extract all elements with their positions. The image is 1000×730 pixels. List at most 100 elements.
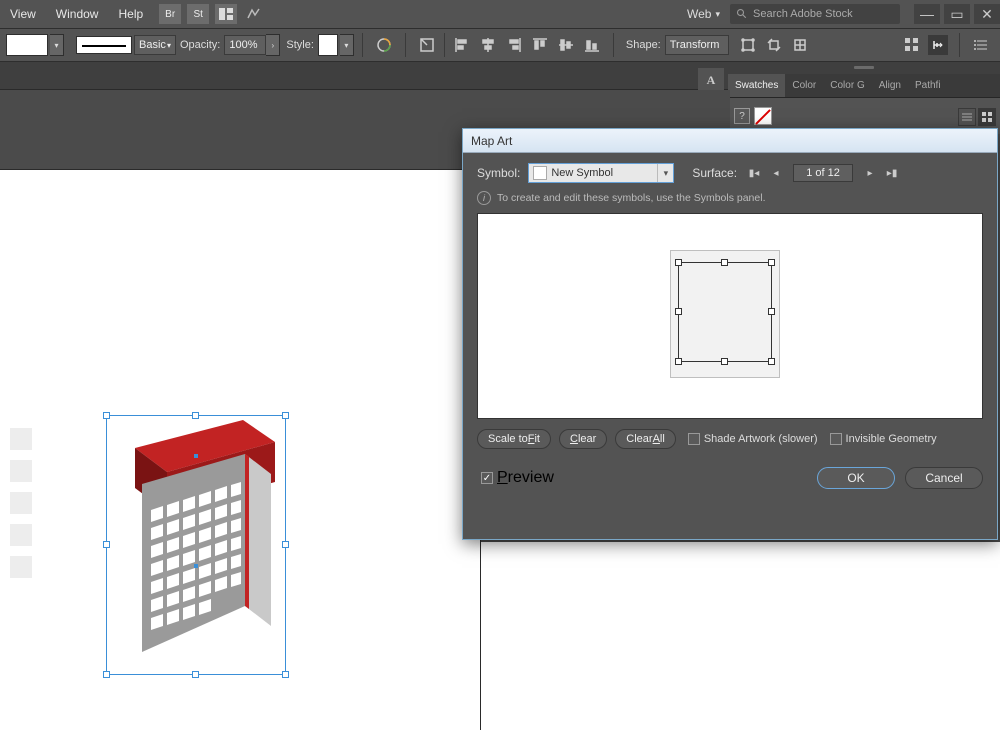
decorative-grid: [0, 428, 32, 578]
stroke-style-value: Basic: [139, 39, 166, 51]
symbol-swatch-icon: [533, 166, 547, 180]
selection-center-point[interactable]: [194, 564, 198, 568]
surface-position-field[interactable]: 1 of 12: [793, 164, 853, 182]
tab-color[interactable]: Color: [785, 74, 823, 97]
invisible-geometry-checkbox[interactable]: Invisible Geometry: [830, 433, 937, 445]
opacity-label: Opacity:: [180, 39, 220, 51]
arrange-icon: [219, 8, 233, 20]
map-art-dialog: Map Art Symbol: New Symbol ▾ Surface: ▮◂…: [462, 128, 998, 540]
swatch-list-view-icon[interactable]: [958, 108, 976, 126]
clear-all-button[interactable]: Clear All: [615, 429, 676, 449]
selection-handle-ml[interactable]: [103, 541, 110, 548]
opacity-field[interactable]: 100%: [224, 35, 266, 55]
panel-grid-icon[interactable]: [902, 35, 922, 55]
cancel-button[interactable]: Cancel: [905, 467, 983, 489]
style-label: Style:: [286, 39, 314, 51]
selection-handle-mr[interactable]: [282, 541, 289, 548]
graphic-style-swatch[interactable]: ▾: [318, 34, 354, 56]
symbol-label: Symbol:: [477, 166, 520, 180]
stock-button[interactable]: St: [187, 4, 209, 24]
map-art-preview[interactable]: [477, 213, 983, 419]
preview-handle-mr[interactable]: [768, 308, 775, 315]
dialog-info-row: i To create and edit these symbols, use …: [463, 189, 997, 213]
selection-handle-br[interactable]: [282, 671, 289, 678]
clear-button[interactable]: Clear: [559, 429, 607, 449]
isolate-icon[interactable]: [737, 34, 759, 56]
preview-handle-br[interactable]: [768, 358, 775, 365]
stroke-style-dropdown[interactable]: Basic ▾: [134, 35, 176, 55]
swatch-none[interactable]: [754, 107, 772, 125]
selection-handle-tr[interactable]: [282, 412, 289, 419]
ok-button[interactable]: OK: [817, 467, 895, 489]
search-icon: [736, 8, 748, 20]
search-stock-field[interactable]: Search Adobe Stock: [730, 4, 900, 24]
crop-icon[interactable]: [763, 34, 785, 56]
align-to-button[interactable]: [416, 34, 438, 56]
transform-dropdown[interactable]: Transform: [665, 35, 729, 55]
panel-drag-handle[interactable]: [728, 66, 1000, 74]
arrange-docs-button[interactable]: [215, 4, 237, 24]
selection-handle-tl[interactable]: [103, 412, 110, 419]
gpu-button[interactable]: [243, 4, 265, 24]
fill-swatch[interactable]: ▾: [6, 34, 64, 56]
preview-handle-bc[interactable]: [721, 358, 728, 365]
shade-artwork-checkbox[interactable]: Shade Artwork (slower): [688, 433, 818, 445]
selection-bounding-box[interactable]: [106, 415, 286, 675]
align-left-icon[interactable]: [451, 34, 473, 56]
preview-checkbox[interactable]: Preview: [481, 469, 554, 487]
symbol-dropdown[interactable]: New Symbol ▾: [528, 163, 674, 183]
selection-handle-bl[interactable]: [103, 671, 110, 678]
menu-view[interactable]: View: [0, 7, 46, 21]
panel-toggle-icon[interactable]: [928, 35, 948, 55]
workspace-label: Web: [687, 7, 711, 21]
close-button[interactable]: ✕: [974, 4, 1000, 24]
window-controls: ― ▭ ✕: [910, 4, 1000, 24]
swatch-thumb-view-icon[interactable]: [978, 108, 996, 126]
dialog-footer: Preview OK Cancel: [463, 459, 997, 501]
align-bottom-icon[interactable]: [581, 34, 603, 56]
edit-contents-icon[interactable]: [789, 34, 811, 56]
right-panel-group: Swatches Color Color G Align Pathfi ?: [728, 66, 1000, 134]
panel-menu-icon[interactable]: [971, 35, 991, 55]
last-surface-button[interactable]: ▸▮: [883, 164, 901, 182]
preview-handle-tc[interactable]: [721, 259, 728, 266]
preview-handle-bl[interactable]: [675, 358, 682, 365]
bridge-button[interactable]: Br: [159, 4, 181, 24]
dialog-info-text: To create and edit these symbols, use th…: [497, 192, 765, 204]
preview-handle-tl[interactable]: [675, 259, 682, 266]
align-top-icon[interactable]: [529, 34, 551, 56]
dialog-action-row: Scale to Fit Clear Clear All Shade Artwo…: [463, 419, 997, 459]
scale-to-fit-button[interactable]: Scale to Fit: [477, 429, 551, 449]
workspace-switcher[interactable]: Web ▾: [687, 7, 720, 21]
next-surface-button[interactable]: ▸: [861, 164, 879, 182]
tab-swatches[interactable]: Swatches: [728, 74, 785, 97]
tab-pathfinder[interactable]: Pathfi: [908, 74, 948, 97]
selection-handle-bc[interactable]: [192, 671, 199, 678]
align-right-icon[interactable]: [503, 34, 525, 56]
prev-surface-button[interactable]: ◂: [767, 164, 785, 182]
maximize-button[interactable]: ▭: [944, 4, 970, 24]
panel-tab-strip: Swatches Color Color G Align Pathfi: [728, 74, 1000, 98]
selection-anchor-top[interactable]: [194, 454, 198, 458]
surface-navigator: Surface: ▮◂ ◂ 1 of 12 ▸ ▸▮: [692, 164, 903, 182]
align-hcenter-icon[interactable]: [477, 34, 499, 56]
tab-colorguide[interactable]: Color G: [823, 74, 871, 97]
stroke-preview[interactable]: [76, 36, 132, 54]
dialog-titlebar[interactable]: Map Art: [463, 129, 997, 153]
align-vcenter-icon[interactable]: [555, 34, 577, 56]
menu-bar: View Window Help Br St Web ▾ Search Adob…: [0, 0, 1000, 28]
recolor-icon[interactable]: [373, 34, 395, 56]
swatch-help-icon[interactable]: ?: [734, 108, 750, 124]
artboard: [0, 170, 480, 730]
tab-align[interactable]: Align: [872, 74, 908, 97]
symbol-dropdown-value: New Symbol: [551, 167, 613, 179]
minimize-button[interactable]: ―: [914, 4, 940, 24]
first-surface-button[interactable]: ▮◂: [745, 164, 763, 182]
preview-handle-ml[interactable]: [675, 308, 682, 315]
preview-handle-tr[interactable]: [768, 259, 775, 266]
opacity-stepper[interactable]: ›: [266, 34, 280, 56]
menu-help[interactable]: Help: [108, 7, 153, 21]
selection-handle-tc[interactable]: [192, 412, 199, 419]
symbol-bounding-box[interactable]: [678, 262, 772, 362]
menu-window[interactable]: Window: [46, 7, 109, 21]
